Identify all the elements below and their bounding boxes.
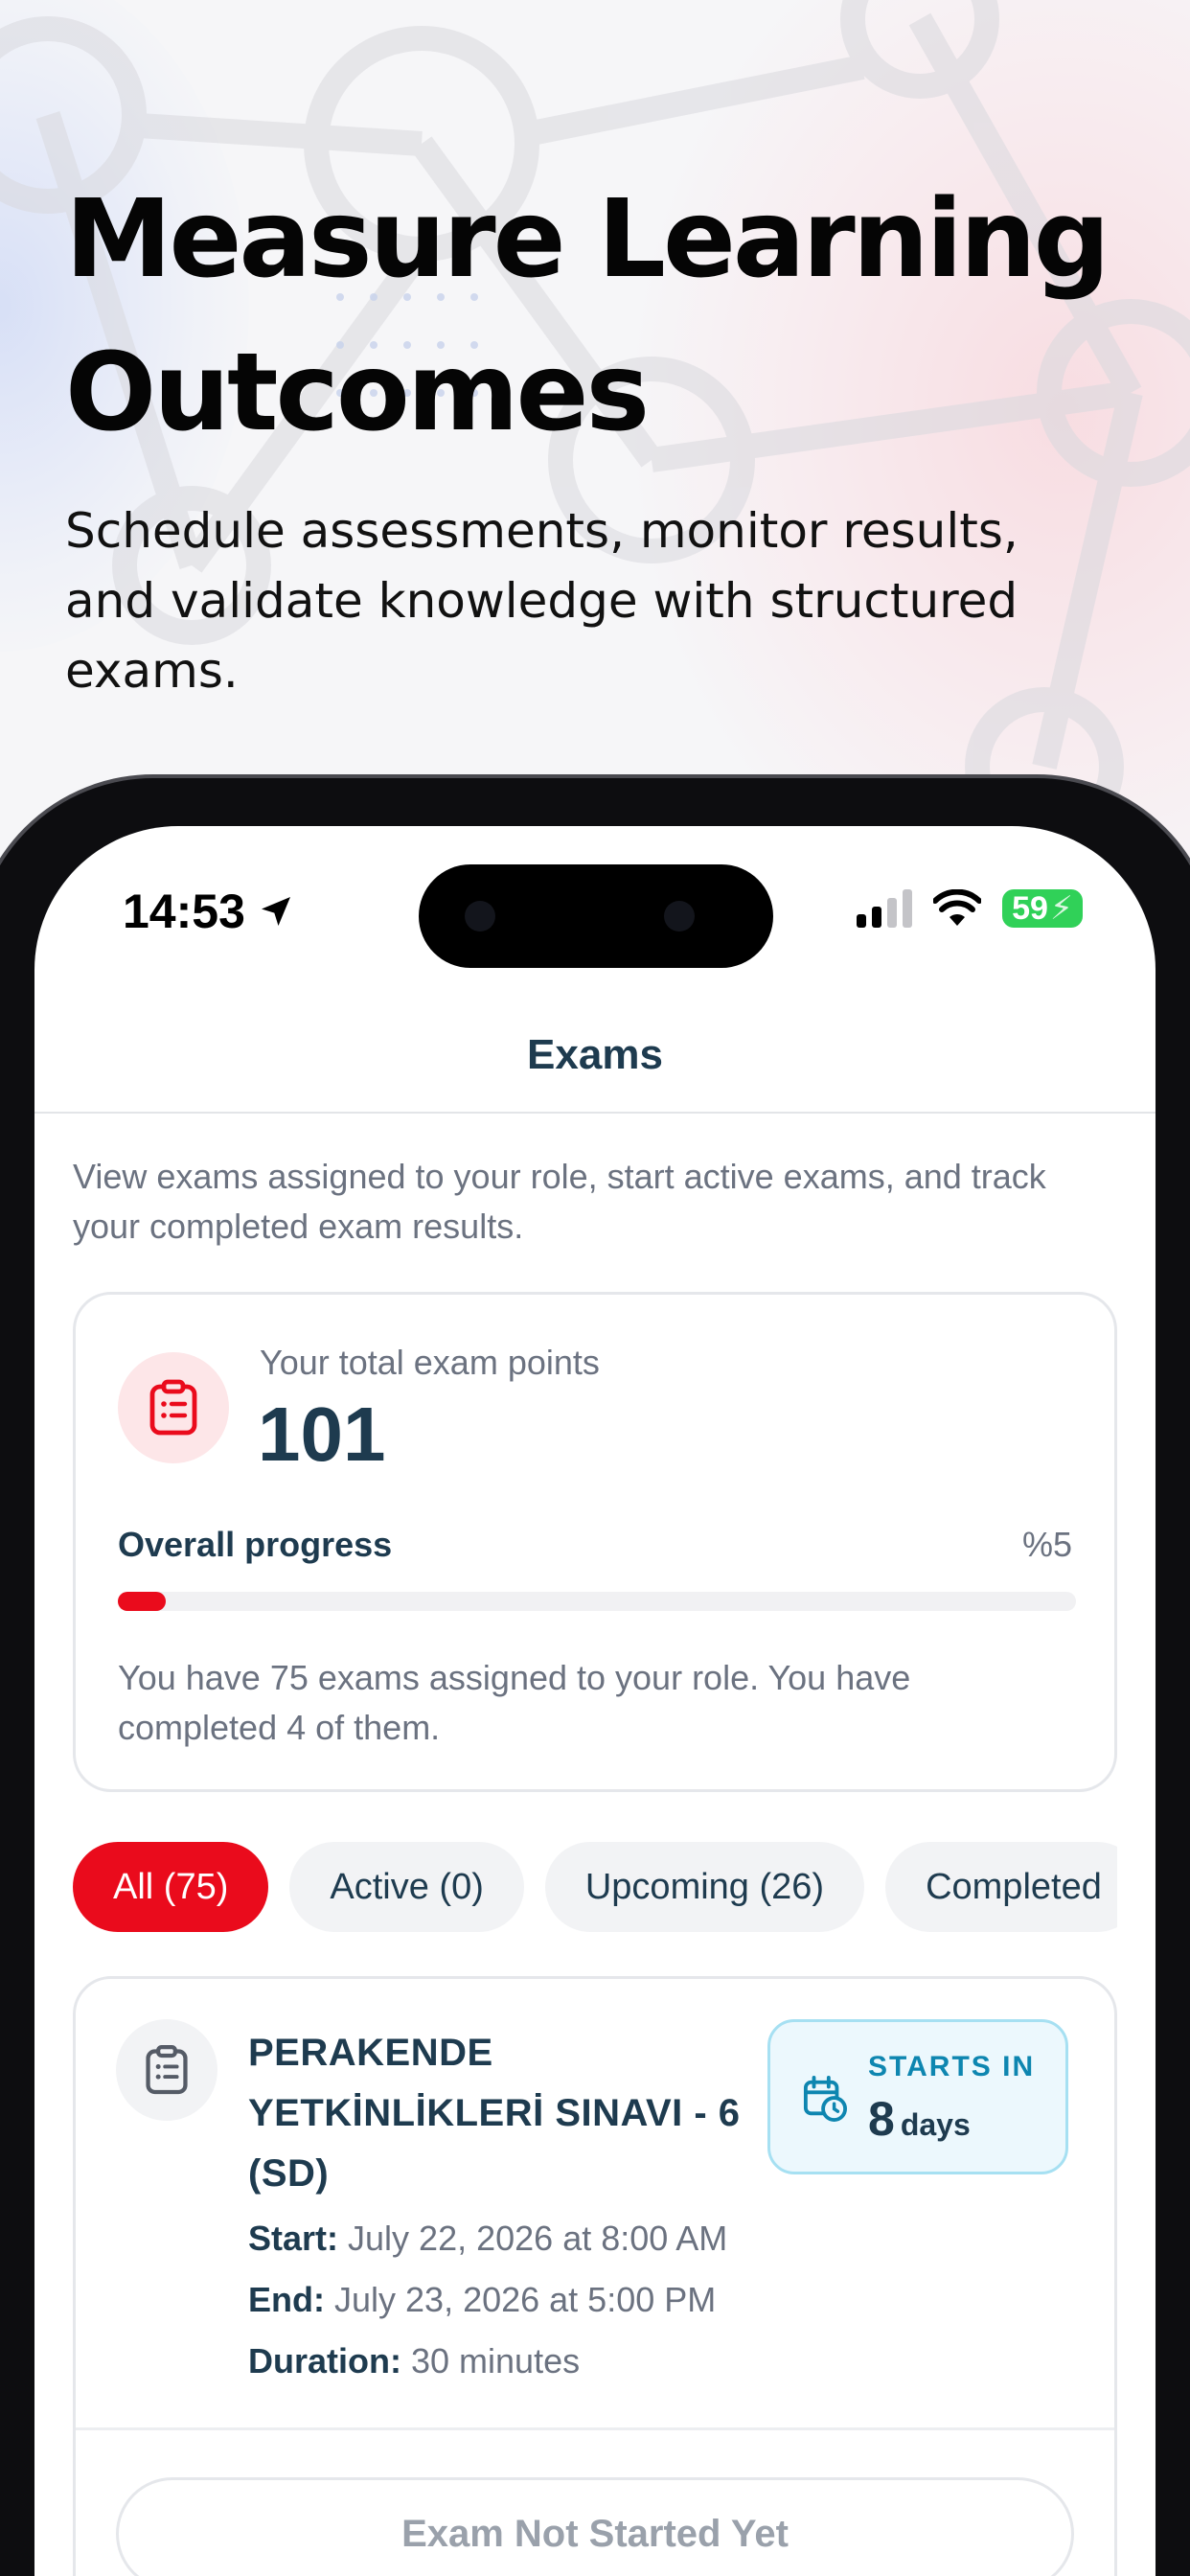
wifi-icon bbox=[933, 889, 981, 926]
dynamic-island bbox=[419, 864, 773, 968]
exam-duration-label: Duration: bbox=[248, 2341, 401, 2380]
navigation-bar: Exams bbox=[34, 999, 1156, 1114]
divider bbox=[76, 2427, 1114, 2430]
starts-in-unit: days bbox=[900, 2107, 971, 2142]
exam-start: Start: July 22, 2026 at 8:00 AM bbox=[248, 2219, 727, 2259]
starts-in-number: 8 bbox=[868, 2092, 895, 2146]
exam-card[interactable]: PERAKENDE YETKİNLİKLERİ SINAVI - 6 (SD) … bbox=[73, 1976, 1117, 2576]
exam-duration-value: 30 minutes bbox=[411, 2341, 581, 2380]
clipboard-icon bbox=[116, 2019, 217, 2121]
starts-in-badge: STARTS IN 8 days bbox=[767, 2019, 1068, 2174]
exam-not-started-button[interactable]: Exam Not Started Yet bbox=[116, 2477, 1074, 2576]
calendar-clock-icon bbox=[803, 2076, 847, 2122]
camera-icon bbox=[465, 901, 495, 932]
exam-start-label: Start: bbox=[248, 2219, 339, 2258]
sensor-icon bbox=[664, 901, 695, 932]
intro-text: View exams assigned to your role, start … bbox=[73, 1157, 1046, 1246]
exam-end-label: End: bbox=[248, 2280, 325, 2319]
exam-start-value: July 22, 2026 at 8:00 AM bbox=[348, 2219, 728, 2258]
exam-duration: Duration: 30 minutes bbox=[248, 2341, 580, 2381]
exam-end-value: July 23, 2026 at 5:00 PM bbox=[334, 2280, 717, 2319]
clipboard-icon bbox=[118, 1352, 229, 1463]
progress-note: You have 75 exams assigned to your role.… bbox=[118, 1658, 911, 1747]
battery-icon: 59 ⚡ bbox=[1002, 889, 1083, 928]
starts-in-value: 8 days bbox=[868, 2091, 971, 2147]
progress-label: Overall progress bbox=[118, 1525, 393, 1564]
hero-title-line-1: Measure Learning bbox=[65, 177, 1110, 302]
signal-icon bbox=[857, 889, 912, 928]
points-card: Your total exam points 101 Overall progr… bbox=[73, 1292, 1117, 1792]
phone-mockup: 14:53 59 ⚡ Exams View exams assigned to … bbox=[0, 774, 1190, 2576]
hero-subtitle: Schedule assessments, monitor results, a… bbox=[65, 503, 1018, 699]
phone-screen: 14:53 59 ⚡ Exams View exams assigned to … bbox=[34, 826, 1156, 2576]
status-bar-time: 14:53 bbox=[123, 884, 295, 939]
progress-percent: %5 bbox=[1021, 1525, 1072, 1564]
progress-bar bbox=[118, 1592, 1076, 1611]
status-bar-right: 59 ⚡ bbox=[857, 889, 1083, 928]
exam-end: End: July 23, 2026 at 5:00 PM bbox=[248, 2280, 716, 2320]
progress-bar-fill bbox=[118, 1592, 166, 1611]
hero-title-line-2: Outcomes bbox=[65, 331, 650, 455]
battery-level: 59 bbox=[1012, 889, 1048, 927]
starts-in-label: STARTS IN bbox=[868, 2051, 1036, 2082]
exam-title: PERAKENDE YETKİNLİKLERİ SINAVI - 6 (SD) bbox=[248, 2032, 741, 2195]
hero-section: Measure Learning Outcomes Schedule asses… bbox=[65, 163, 1138, 706]
filter-tabs: All (75) Active (0) Upcoming (26) Comple… bbox=[73, 1842, 1117, 1938]
points-value: 101 bbox=[258, 1392, 386, 1477]
filter-chip-active[interactable]: Active (0) bbox=[289, 1842, 524, 1932]
status-time-text: 14:53 bbox=[123, 885, 245, 938]
page-title: Exams bbox=[527, 1031, 663, 1078]
points-label: Your total exam points bbox=[260, 1343, 600, 1382]
filter-chip-upcoming[interactable]: Upcoming (26) bbox=[544, 1842, 865, 1932]
hero-title: Measure Learning Outcomes bbox=[65, 163, 1138, 470]
location-arrow-icon bbox=[261, 897, 290, 926]
filter-chip-completed[interactable]: Completed bbox=[885, 1842, 1117, 1932]
filter-chip-all[interactable]: All (75) bbox=[73, 1842, 269, 1932]
